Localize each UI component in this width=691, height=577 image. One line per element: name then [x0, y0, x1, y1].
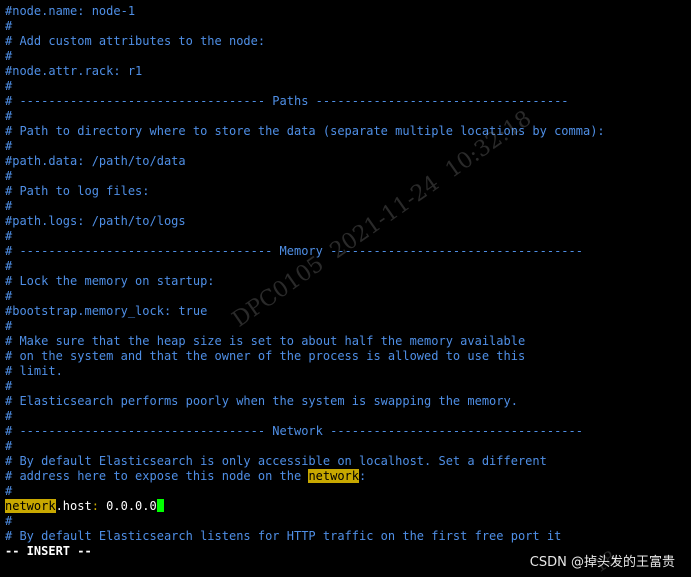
comment-line: # Path to log files:	[5, 184, 150, 198]
comment-line: #	[5, 259, 13, 273]
comment-line: # By default Elasticsearch listens for H…	[5, 529, 562, 543]
comment-line: # limit.	[5, 364, 63, 378]
comment-line: #	[5, 229, 13, 243]
comment-line: # ----------------------------------- Me…	[5, 244, 583, 258]
comment-line: #	[5, 439, 13, 453]
comment-line: # ---------------------------------- Net…	[5, 424, 583, 438]
comment-line: #node.name: node-1	[5, 4, 136, 18]
comment-line: # Lock the memory on startup:	[5, 274, 215, 288]
comment-line: # By default Elasticsearch is only acces…	[5, 454, 547, 468]
comment-line-with-search-match: # address here to expose this node on th…	[5, 469, 366, 484]
terminal-window[interactable]: #node.name: node-1 # # Add custom attribut…	[0, 0, 691, 577]
comment-line: #	[5, 484, 13, 498]
comment-line: #	[5, 199, 13, 213]
comment-line: #	[5, 19, 13, 33]
comment-line: #path.logs: /path/to/logs	[5, 214, 186, 228]
setting-colon: :	[91, 499, 99, 513]
comment-line: # Path to directory where to store the d…	[5, 124, 605, 138]
comment-line: #node.attr.rack: r1	[5, 64, 143, 78]
text-cursor	[156, 499, 164, 512]
setting-key: .host	[55, 499, 92, 513]
comment-line: #bootstrap.memory_lock: true	[5, 304, 208, 318]
comment-line: #	[5, 109, 13, 123]
comment-line: # on the system and that the owner of th…	[5, 349, 526, 363]
comment-line: #	[5, 139, 13, 153]
comment-line: # ---------------------------------- Pat…	[5, 94, 569, 108]
comment-line: # Add custom attributes to the node:	[5, 34, 266, 48]
comment-line: #	[5, 379, 13, 393]
vim-mode-indicator: -- INSERT --	[5, 544, 92, 558]
comment-line: #path.data: /path/to/data	[5, 154, 186, 168]
comment-line: #	[5, 49, 13, 63]
comment-line: #	[5, 79, 13, 93]
comment-line: #	[5, 409, 13, 423]
setting-value: 0.0.0.0	[98, 499, 157, 513]
comment-line: #	[5, 169, 13, 183]
comment-line: #	[5, 514, 13, 528]
search-match-highlight: network	[308, 469, 360, 483]
search-match-highlight: network	[5, 499, 56, 513]
comment-text: :	[359, 469, 367, 483]
comment-text: # address here to expose this node on th…	[5, 469, 309, 483]
comment-line: #	[5, 319, 13, 333]
comment-line: #	[5, 289, 13, 303]
active-setting-line: network.host: 0.0.0.0	[5, 499, 164, 514]
diagonal-watermark: DPC0105 2021-11-24 10:32:18	[228, 106, 537, 333]
comment-line: # Make sure that the heap size is set to…	[5, 334, 526, 348]
csdn-credit-watermark: CSDN @掉头发的王富贵	[529, 555, 675, 570]
comment-line: # Elasticsearch performs poorly when the…	[5, 394, 518, 408]
